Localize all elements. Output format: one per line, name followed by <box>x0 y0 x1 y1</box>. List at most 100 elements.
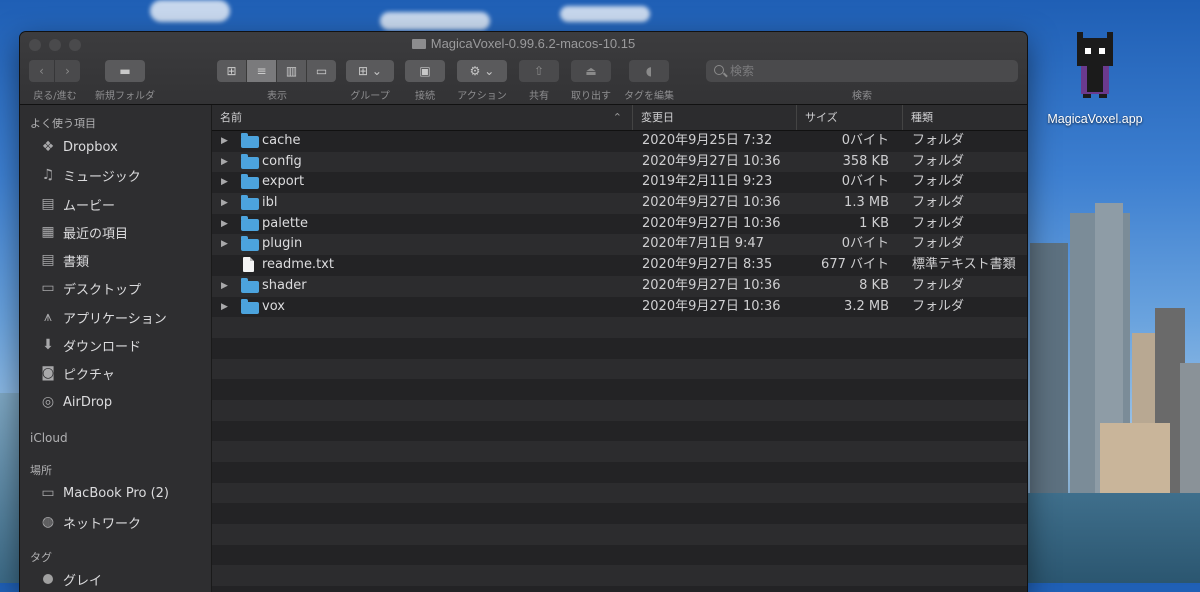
network-icon: ◍ <box>41 514 55 530</box>
file-size: 1.3 MB <box>844 195 889 211</box>
gear-icon: ⚙ ⌄ <box>469 64 495 78</box>
table-row[interactable]: ▶ cache 2020年9月25日 7:32 0バイト フォルダ <box>212 131 1027 152</box>
movie-icon: ▤ <box>41 196 55 212</box>
downloads-icon: ⬇ <box>42 337 54 353</box>
applications-icon: ⩚ <box>44 309 52 325</box>
column-header-size[interactable]: サイズ <box>796 105 902 130</box>
share-label: 共有 <box>529 91 549 102</box>
file-size: 3.2 MB <box>844 298 889 314</box>
toolbar: MagicaVoxel-0.99.6.2-macos-10.15 ‹ › 戻る/… <box>20 32 1027 105</box>
disclosure-triangle-icon[interactable]: ▶ <box>221 276 228 297</box>
sidebar-item-label: 書類 <box>63 254 90 270</box>
file-rows: ▶ cache 2020年9月25日 7:32 0バイト フォルダ ▶ config 2020… <box>212 131 1027 587</box>
gallery-view-button[interactable]: ▭ <box>307 60 336 82</box>
file-name: readme.txt <box>262 257 334 273</box>
empty-row <box>212 317 1027 338</box>
sidebar-item-label: Dropbox <box>63 139 118 155</box>
file-date: 2020年9月27日 10:36 <box>642 298 781 314</box>
sidebar-item-label: ピクチャ <box>63 367 115 383</box>
forward-button[interactable]: › <box>55 60 80 82</box>
chevron-right-icon: › <box>65 64 70 78</box>
sidebar-item-documents[interactable]: ▤ 書類 <box>38 248 89 272</box>
empty-row <box>212 462 1027 483</box>
group-button[interactable]: ⊞ ⌄ <box>346 60 394 82</box>
airdrop-icon: ◎ <box>41 394 55 410</box>
table-row[interactable]: ▶ palette 2020年9月27日 10:36 1 KB フォルダ <box>212 214 1027 235</box>
search-field[interactable] <box>706 60 1018 82</box>
sidebar-item-dropbox[interactable]: ❖ Dropbox <box>38 135 118 159</box>
connect-button[interactable]: ▣ <box>405 60 445 82</box>
file-size: 358 KB <box>842 153 889 169</box>
sidebar-item-pictures[interactable]: ◙ ピクチャ <box>38 361 115 385</box>
sidebar-item-movies[interactable]: ▤ ムービー <box>38 192 115 216</box>
disclosure-triangle-icon[interactable]: ▶ <box>221 234 228 255</box>
column-header-date[interactable]: 変更日 <box>632 105 796 130</box>
disclosure-triangle-icon[interactable]: ▶ <box>221 152 228 173</box>
sidebar-item-label: ネットワーク <box>63 516 142 532</box>
sky-cloud <box>560 6 650 22</box>
table-row[interactable]: ▶ export 2019年2月11日 9:23 0バイト フォルダ <box>212 172 1027 193</box>
sidebar-item-music[interactable]: ♫ ミュージック <box>38 163 141 187</box>
empty-row <box>212 503 1027 524</box>
folder-icon <box>411 39 426 49</box>
edit-tags-label: タグを編集 <box>624 91 674 102</box>
file-kind: フォルダ <box>912 215 965 231</box>
file-kind: フォルダ <box>912 298 965 314</box>
back-button[interactable]: ‹ <box>29 60 54 82</box>
new-folder-button[interactable]: ▬ <box>105 60 145 82</box>
disclosure-triangle-icon[interactable]: ▶ <box>221 214 228 235</box>
file-name: config <box>262 153 302 169</box>
back-forward-label: 戻る/進む <box>33 91 77 102</box>
sidebar-item-network[interactable]: ◍ ネットワーク <box>38 510 141 534</box>
connect-label: 接続 <box>415 91 435 102</box>
column-header-name[interactable]: 名前 ⌃ <box>212 105 632 130</box>
action-button[interactable]: ⚙ ⌄ <box>457 60 507 82</box>
empty-row <box>212 545 1027 566</box>
eject-button[interactable]: ⏏ <box>571 60 611 82</box>
column-header-kind[interactable]: 種類 <box>902 105 1027 130</box>
table-row[interactable]: ▶ ibl 2020年9月27日 10:36 1.3 MB フォルダ <box>212 193 1027 214</box>
sidebar-item-tag-gray[interactable]: グレイ <box>38 567 102 591</box>
file-kind: フォルダ <box>912 277 965 293</box>
table-row[interactable]: ▶ config 2020年9月27日 10:36 358 KB フォルダ <box>212 151 1027 173</box>
empty-row <box>212 524 1027 545</box>
sidebar-item-downloads[interactable]: ⬇ ダウンロード <box>38 333 141 357</box>
server-icon: ▣ <box>419 64 431 78</box>
documents-icon: ▤ <box>41 252 55 268</box>
list-view-button[interactable]: ≡ <box>247 60 277 82</box>
file-list: 名前 ⌃ 変更日 サイズ 種類 ▶ cache 2020年9月25日 7:32 0バイ… <box>212 105 1027 592</box>
sidebar-item-applications[interactable]: ⩚ アプリケーション <box>38 305 167 329</box>
search-input[interactable] <box>730 60 1000 82</box>
icon-view-button[interactable]: ⊞ <box>217 60 247 82</box>
view-mode-control: ⊞ ≡ ▥ ▭ <box>217 60 336 82</box>
table-row[interactable]: readme.txt 2020年9月27日 8:35 677 バイト 標準テキスト書類 <box>212 255 1027 276</box>
table-row[interactable]: ▶ plugin 2020年7月1日 9:47 0バイト フォルダ <box>212 234 1027 256</box>
disclosure-triangle-icon[interactable]: ▶ <box>221 193 228 214</box>
sidebar-item-label: 最近の項目 <box>63 226 129 242</box>
sidebar-item-recents[interactable]: ▦ 最近の項目 <box>38 220 128 244</box>
share-icon: ⇧ <box>533 64 545 78</box>
desktop-app-icon[interactable]: MagicaVoxel.app <box>1035 32 1155 126</box>
window-title: MagicaVoxel-0.99.6.2-macos-10.15 <box>20 36 1027 51</box>
icloud-header: iCloud <box>30 431 68 445</box>
file-date: 2020年9月27日 10:36 <box>642 153 781 169</box>
sidebar-item-airdrop[interactable]: ◎ AirDrop <box>38 390 112 414</box>
disclosure-triangle-icon[interactable]: ▶ <box>221 131 228 152</box>
edit-tags-button[interactable]: ◖ <box>629 60 669 82</box>
empty-row <box>212 565 1027 587</box>
disclosure-triangle-icon[interactable]: ▶ <box>221 172 228 193</box>
table-row[interactable]: ▶ vox 2020年9月27日 10:36 3.2 MB フォルダ <box>212 297 1027 318</box>
columns-icon: ▥ <box>285 64 298 78</box>
table-row[interactable]: ▶ shader 2020年9月27日 10:36 8 KB フォルダ <box>212 275 1027 297</box>
column-view-button[interactable]: ▥ <box>277 60 307 82</box>
search-icon <box>714 65 724 75</box>
magicavoxel-app-icon <box>1071 32 1119 98</box>
sidebar-item-desktop[interactable]: ▭ デスクトップ <box>38 276 141 300</box>
sidebar-item-macbook[interactable]: ▭ MacBook Pro (2) <box>38 481 169 505</box>
group-icon: ⊞ ⌄ <box>358 64 382 78</box>
file-date: 2020年9月25日 7:32 <box>642 133 773 148</box>
disclosure-triangle-icon[interactable]: ▶ <box>221 297 228 318</box>
file-date: 2020年7月1日 9:47 <box>642 236 764 252</box>
share-button[interactable]: ⇧ <box>519 60 559 82</box>
file-date: 2019年2月11日 9:23 <box>642 174 773 190</box>
